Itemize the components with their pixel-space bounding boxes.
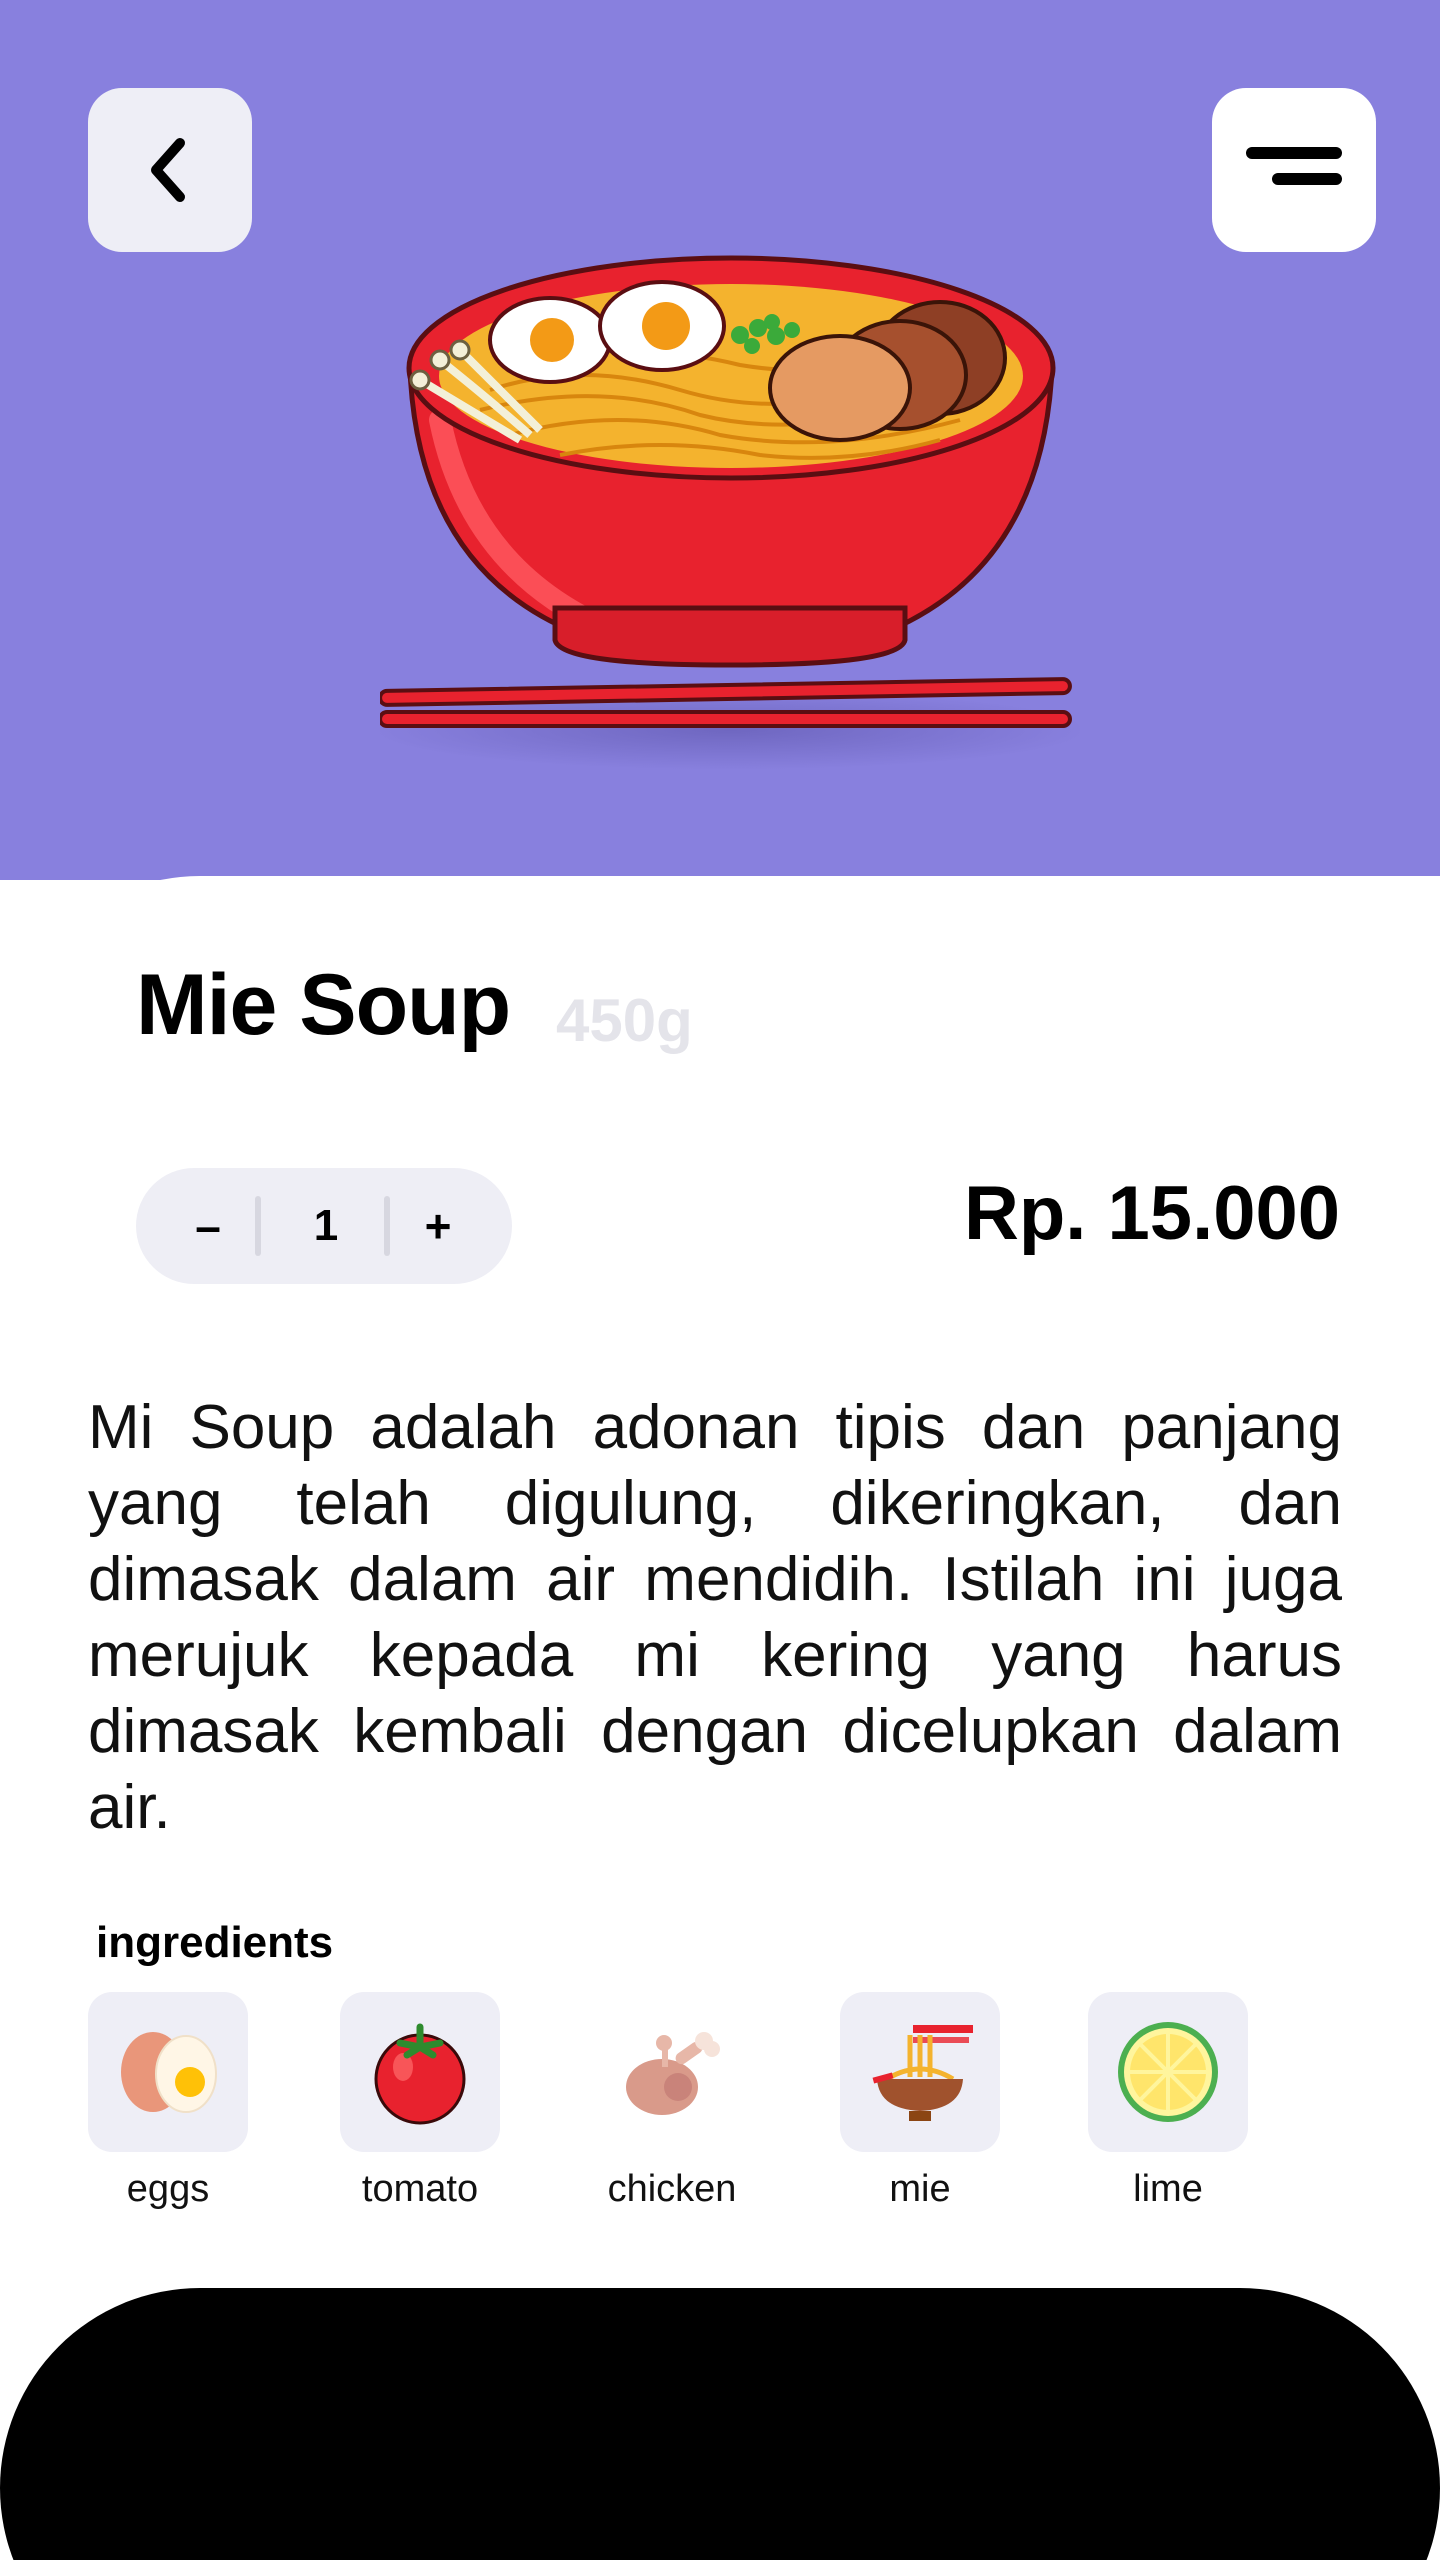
product-price: Rp. 15.000 (964, 1171, 1340, 1256)
ingredient-label: mie (889, 2168, 951, 2210)
eggs-icon (121, 2032, 217, 2113)
stepper-divider (384, 1196, 390, 1256)
noodle-bowl-image (380, 255, 1080, 770)
ingredient-tile (1088, 1992, 1248, 2152)
decrease-button[interactable]: – (170, 1168, 246, 1284)
ingredient-item[interactable]: tomato (340, 1992, 500, 2210)
chicken-icon (626, 2032, 720, 2115)
ingredient-label: eggs (126, 2168, 210, 2210)
ingredient-tile (592, 1992, 752, 2152)
ingredient-tile (340, 1992, 500, 2152)
ingredient-item[interactable]: eggs (88, 1992, 248, 2210)
bottom-action-bar[interactable] (0, 2288, 1440, 2560)
product-name: Mie Soup (136, 957, 511, 1053)
back-button[interactable] (88, 88, 252, 252)
ingredient-tile (840, 1992, 1000, 2152)
product-weight: 450g (556, 987, 693, 1054)
product-description: Mi Soup adalah adonan tipis dan panjang … (88, 1393, 1342, 1842)
ingredients-heading: ingredients (96, 1918, 334, 1967)
menu-lines-icon (1246, 147, 1342, 185)
menu-button[interactable] (1212, 88, 1376, 252)
quantity-value: 1 (313, 1201, 339, 1250)
quantity-stepper: – 1 + (136, 1168, 512, 1284)
ingredient-label: chicken (607, 2168, 737, 2210)
lime-icon (1118, 2022, 1218, 2122)
stepper-divider (255, 1196, 261, 1256)
increase-button[interactable]: + (400, 1168, 476, 1284)
ingredient-item[interactable]: lime (1088, 1992, 1248, 2210)
ingredient-item[interactable]: chicken (592, 1992, 752, 2210)
ingredient-tile (88, 1992, 248, 2152)
ingredient-label: lime (1133, 2168, 1203, 2210)
noodles-icon (872, 2025, 973, 2121)
tomato-icon (374, 2023, 466, 2125)
chevron-left-icon (151, 138, 185, 202)
ingredient-item[interactable]: mie (840, 1992, 1000, 2210)
ingredient-label: tomato (361, 2168, 479, 2210)
